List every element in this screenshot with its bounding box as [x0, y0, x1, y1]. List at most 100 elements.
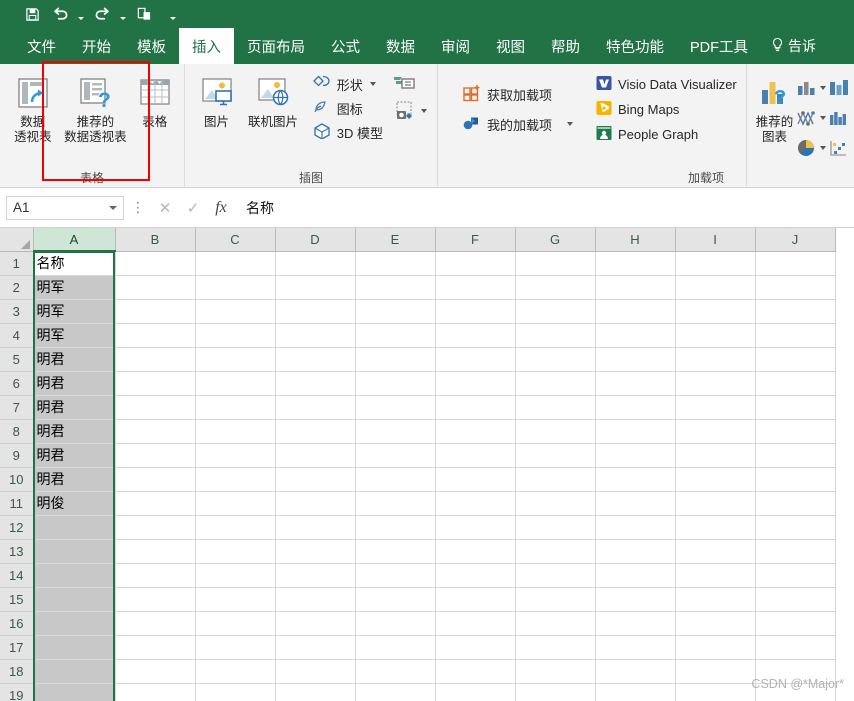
row-header-13[interactable]: 13 [0, 539, 34, 564]
cell-E2[interactable] [355, 275, 436, 300]
cell-D11[interactable] [275, 491, 356, 516]
cell-C12[interactable] [195, 515, 276, 540]
cell-G18[interactable] [515, 659, 596, 684]
cell-C5[interactable] [195, 347, 276, 372]
cell-F7[interactable] [435, 395, 516, 420]
cell-F10[interactable] [435, 467, 516, 492]
cell-J4[interactable] [755, 323, 836, 348]
cell-C2[interactable] [195, 275, 276, 300]
cell-D14[interactable] [275, 563, 356, 588]
cell-E9[interactable] [355, 443, 436, 468]
cell-G9[interactable] [515, 443, 596, 468]
cell-H17[interactable] [595, 635, 676, 660]
cell-A17[interactable] [33, 635, 116, 660]
cell-I13[interactable] [675, 539, 756, 564]
shapes-button[interactable]: 形状 [308, 72, 387, 96]
tell-me-search[interactable]: 告诉 [761, 28, 816, 64]
cell-I10[interactable] [675, 467, 756, 492]
cell-A7[interactable]: 明君 [33, 395, 116, 420]
cell-B8[interactable] [115, 419, 196, 444]
cell-A18[interactable] [33, 659, 116, 684]
cell-G6[interactable] [515, 371, 596, 396]
cell-J10[interactable] [755, 467, 836, 492]
cell-J9[interactable] [755, 443, 836, 468]
cell-F4[interactable] [435, 323, 516, 348]
tab-data[interactable]: 数据 [373, 28, 428, 64]
cell-F11[interactable] [435, 491, 516, 516]
cell-H19[interactable] [595, 683, 676, 701]
cell-H6[interactable] [595, 371, 676, 396]
histogram-chart-button[interactable] [828, 103, 848, 133]
cell-A19[interactable] [33, 683, 116, 701]
cell-E5[interactable] [355, 347, 436, 372]
cell-C6[interactable] [195, 371, 276, 396]
cell-J2[interactable] [755, 275, 836, 300]
cell-D17[interactable] [275, 635, 356, 660]
tab-pdf-tools[interactable]: PDF工具 [677, 28, 761, 64]
cell-B3[interactable] [115, 299, 196, 324]
undo-icon[interactable] [48, 3, 72, 25]
row-header-7[interactable]: 7 [0, 395, 34, 420]
cell-G16[interactable] [515, 611, 596, 636]
cell-D16[interactable] [275, 611, 356, 636]
tab-help[interactable]: 帮助 [538, 28, 593, 64]
cell-H13[interactable] [595, 539, 676, 564]
column-header-c[interactable]: C [195, 228, 276, 252]
cell-J1[interactable] [755, 251, 836, 276]
cell-C4[interactable] [195, 323, 276, 348]
cell-I8[interactable] [675, 419, 756, 444]
cell-H12[interactable] [595, 515, 676, 540]
row-header-4[interactable]: 4 [0, 323, 34, 348]
cell-C7[interactable] [195, 395, 276, 420]
cell-G3[interactable] [515, 299, 596, 324]
cell-H16[interactable] [595, 611, 676, 636]
cell-G11[interactable] [515, 491, 596, 516]
cell-G4[interactable] [515, 323, 596, 348]
row-header-17[interactable]: 17 [0, 635, 34, 660]
undo-dropdown-icon[interactable] [76, 3, 86, 25]
cell-C9[interactable] [195, 443, 276, 468]
row-header-2[interactable]: 2 [0, 275, 34, 300]
pie-chart-dropdown-icon[interactable] [820, 146, 826, 150]
cell-D10[interactable] [275, 467, 356, 492]
cell-B6[interactable] [115, 371, 196, 396]
scatter-chart-dropdown-icon[interactable] [820, 116, 826, 120]
cell-J18[interactable] [755, 659, 836, 684]
cell-A12[interactable] [33, 515, 116, 540]
cell-B7[interactable] [115, 395, 196, 420]
row-header-10[interactable]: 10 [0, 467, 34, 492]
cell-I2[interactable] [675, 275, 756, 300]
cell-B16[interactable] [115, 611, 196, 636]
column-header-f[interactable]: F [435, 228, 516, 252]
cell-D5[interactable] [275, 347, 356, 372]
row-header-18[interactable]: 18 [0, 659, 34, 684]
cell-C13[interactable] [195, 539, 276, 564]
cell-A13[interactable] [33, 539, 116, 564]
icons-button[interactable]: 图标 [308, 96, 387, 120]
cell-A14[interactable] [33, 563, 116, 588]
column-header-g[interactable]: G [515, 228, 596, 252]
row-header-14[interactable]: 14 [0, 563, 34, 588]
tab-special-features[interactable]: 特色功能 [593, 28, 677, 64]
cell-B13[interactable] [115, 539, 196, 564]
recommended-charts-button[interactable]: ? 推荐的 图表 [755, 69, 794, 145]
cell-G7[interactable] [515, 395, 596, 420]
cell-C16[interactable] [195, 611, 276, 636]
cell-A3[interactable]: 明军 [33, 299, 116, 324]
cell-G12[interactable] [515, 515, 596, 540]
cell-J5[interactable] [755, 347, 836, 372]
cell-E15[interactable] [355, 587, 436, 612]
cell-F18[interactable] [435, 659, 516, 684]
cell-F19[interactable] [435, 683, 516, 701]
cell-C8[interactable] [195, 419, 276, 444]
cell-J8[interactable] [755, 419, 836, 444]
cell-I17[interactable] [675, 635, 756, 660]
cell-B18[interactable] [115, 659, 196, 684]
cell-E6[interactable] [355, 371, 436, 396]
cell-F12[interactable] [435, 515, 516, 540]
cell-H18[interactable] [595, 659, 676, 684]
cell-I16[interactable] [675, 611, 756, 636]
cell-I6[interactable] [675, 371, 756, 396]
cell-D13[interactable] [275, 539, 356, 564]
cell-B2[interactable] [115, 275, 196, 300]
